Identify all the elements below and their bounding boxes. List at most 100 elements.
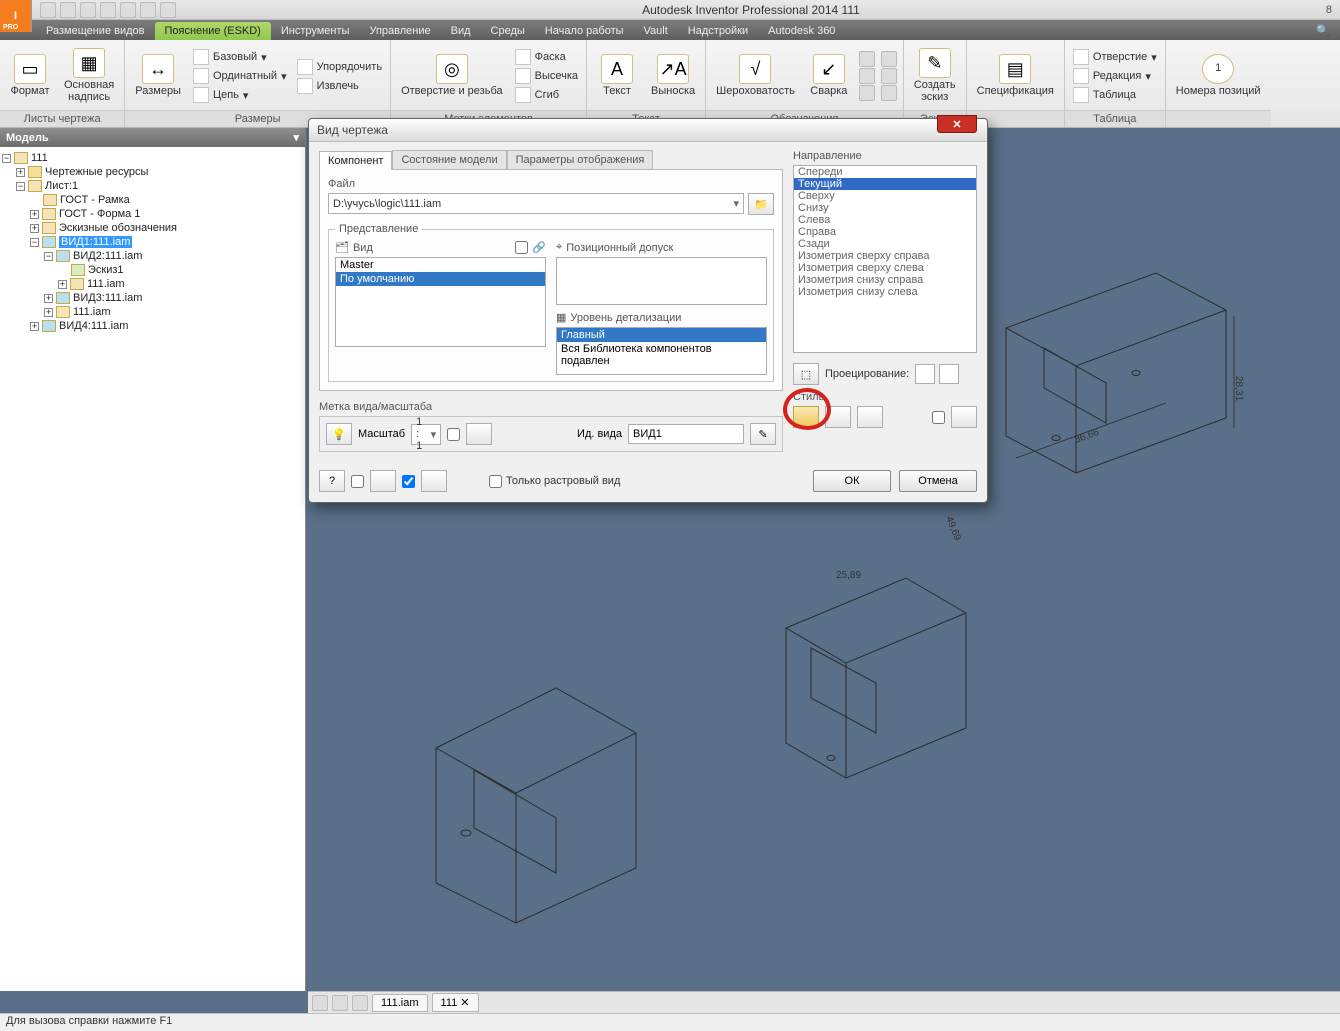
- qat-more-icon[interactable]: [160, 2, 176, 18]
- close-button[interactable]: ✕: [937, 115, 977, 133]
- third-angle-icon[interactable]: [939, 364, 959, 384]
- sketch-button[interactable]: ✎Создать эскиз: [910, 46, 960, 105]
- tab-a360[interactable]: Autodesk 360: [758, 22, 845, 40]
- tab-addins[interactable]: Надстройки: [678, 22, 758, 40]
- table-rev-button[interactable]: Редакция ▾: [1071, 67, 1159, 85]
- tab-model-state[interactable]: Состояние модели: [392, 150, 506, 169]
- annot-extra4-icon[interactable]: [881, 51, 897, 67]
- model-tree[interactable]: −111 +Чертежные ресурсы −Лист:1 ГОСТ - Р…: [0, 147, 305, 991]
- browse-file-button[interactable]: 📁: [748, 193, 774, 215]
- opt-btn-2[interactable]: [421, 470, 447, 492]
- list-item[interactable]: Вся Библиотека компонентов подавлен: [557, 342, 766, 368]
- list-item[interactable]: Справа: [794, 226, 976, 238]
- expander-icon[interactable]: −: [2, 154, 11, 163]
- annot-extra6-icon[interactable]: [881, 85, 897, 101]
- table-hole-button[interactable]: Отверстие ▾: [1071, 48, 1159, 66]
- lod-list[interactable]: Главный Вся Библиотека компонентов подав…: [556, 327, 767, 375]
- tree-root[interactable]: 111: [31, 152, 48, 164]
- style-check[interactable]: [932, 411, 945, 424]
- help-button[interactable]: ?: [319, 470, 345, 492]
- scale-link-button[interactable]: 💡: [326, 423, 352, 445]
- ok-button[interactable]: ОК: [813, 470, 891, 492]
- format-button[interactable]: ▭Формат: [6, 52, 54, 100]
- tab-display-options[interactable]: Параметры отображения: [507, 150, 654, 169]
- list-item[interactable]: Текущий: [794, 178, 976, 190]
- tab-tools[interactable]: Инструменты: [271, 22, 360, 40]
- list-item[interactable]: Снизу: [794, 202, 976, 214]
- expander-icon[interactable]: +: [30, 224, 39, 233]
- tree-item[interactable]: Лист:1: [45, 180, 78, 192]
- expander-icon[interactable]: −: [44, 252, 53, 261]
- browser-dropdown-icon[interactable]: ▾: [293, 131, 299, 144]
- direction-list[interactable]: Спереди Текущий Сверху Снизу Слева Справ…: [793, 165, 977, 353]
- expander-icon[interactable]: −: [16, 182, 25, 191]
- pos-tol-list[interactable]: [556, 257, 767, 305]
- chamfer-button[interactable]: Фаска: [513, 48, 580, 66]
- list-item[interactable]: Master: [336, 258, 545, 272]
- expander-icon[interactable]: +: [30, 210, 39, 219]
- list-item[interactable]: Главный: [557, 328, 766, 342]
- file-combo[interactable]: D:\учусь\logic\111.iam: [328, 193, 744, 214]
- dimensions-button[interactable]: ↔Размеры: [131, 52, 185, 100]
- opt-check-2[interactable]: [402, 475, 415, 488]
- qat-undo-icon[interactable]: [100, 2, 116, 18]
- spec-button[interactable]: ▤Спецификация: [973, 52, 1058, 100]
- opt-check-1[interactable]: [351, 475, 364, 488]
- edit-label-button[interactable]: ✎: [750, 423, 776, 445]
- scale-combo[interactable]: 1 : 1: [411, 424, 441, 445]
- doctab-control-icon[interactable]: [312, 995, 328, 1011]
- baseline-button[interactable]: Базовый ▾: [191, 48, 289, 66]
- tab-vault[interactable]: Vault: [634, 22, 678, 40]
- opt-btn-1[interactable]: [370, 470, 396, 492]
- chain-button[interactable]: Цепь ▾: [191, 86, 289, 104]
- leader-text-button[interactable]: ↗AВыноска: [647, 52, 699, 100]
- list-item[interactable]: Изометрия снизу слева: [794, 286, 976, 298]
- tree-item[interactable]: Эскиз1: [88, 264, 124, 276]
- tree-item[interactable]: ВИД3:111.iam: [73, 292, 142, 304]
- doctab-control3-icon[interactable]: [352, 995, 368, 1011]
- arrange-button[interactable]: Упорядочить: [295, 58, 384, 76]
- raster-only-check[interactable]: [489, 475, 502, 488]
- doc-tab-iam[interactable]: 111.iam: [372, 994, 428, 1012]
- tree-item-selected[interactable]: ВИД1:111.iam: [59, 236, 132, 248]
- titleblock-button[interactable]: ▦Основная надпись: [60, 46, 118, 105]
- surface-button[interactable]: √Шероховатость: [712, 52, 799, 100]
- punch-button[interactable]: Высечка: [513, 67, 580, 85]
- tab-manage[interactable]: Управление: [359, 22, 440, 40]
- view-id-input[interactable]: ВИД1: [628, 424, 744, 444]
- tab-search-icon[interactable]: 🔍: [1306, 21, 1340, 40]
- text-button[interactable]: AТекст: [593, 52, 641, 100]
- annot-extra5-icon[interactable]: [881, 68, 897, 84]
- expander-icon[interactable]: +: [44, 308, 53, 317]
- expander-icon[interactable]: +: [16, 168, 25, 177]
- cancel-button[interactable]: Отмена: [899, 470, 977, 492]
- tree-item[interactable]: ГОСТ - Форма 1: [59, 208, 140, 220]
- list-item[interactable]: Сзади: [794, 238, 976, 250]
- annot-extra1-icon[interactable]: [859, 51, 875, 67]
- list-item[interactable]: Изометрия сверху справа: [794, 250, 976, 262]
- style-shaded-button[interactable]: [857, 406, 883, 428]
- qat-save-icon[interactable]: [80, 2, 96, 18]
- first-angle-icon[interactable]: [915, 364, 935, 384]
- view-rep-link-icon[interactable]: 🔗: [532, 241, 546, 254]
- qat-print-icon[interactable]: [140, 2, 156, 18]
- table-general-button[interactable]: Таблица: [1071, 86, 1159, 104]
- tree-item[interactable]: 111.iam: [87, 278, 125, 290]
- expander-icon[interactable]: +: [44, 294, 53, 303]
- tab-get-started[interactable]: Начало работы: [535, 22, 634, 40]
- tab-place-views[interactable]: Размещение видов: [36, 22, 155, 40]
- style-nohidden-button[interactable]: [825, 406, 851, 428]
- expander-icon[interactable]: +: [58, 280, 67, 289]
- list-item[interactable]: Сверху: [794, 190, 976, 202]
- ordinate-button[interactable]: Ординатный ▾: [191, 67, 289, 85]
- doctab-control2-icon[interactable]: [332, 995, 348, 1011]
- view-rep-list[interactable]: Master По умолчанию: [335, 257, 546, 347]
- hole-thread-button[interactable]: ◎Отверстие и резьба: [397, 52, 507, 100]
- annot-extra3-icon[interactable]: [859, 85, 875, 101]
- scale-extra-button[interactable]: [466, 423, 492, 445]
- retrieve-button[interactable]: Извлечь: [295, 77, 384, 95]
- qat-open-icon[interactable]: [60, 2, 76, 18]
- list-item[interactable]: Слева: [794, 214, 976, 226]
- tree-item[interactable]: ВИД4:111.iam: [59, 320, 128, 332]
- tab-annotate-eskd[interactable]: Пояснение (ESKD): [155, 22, 271, 40]
